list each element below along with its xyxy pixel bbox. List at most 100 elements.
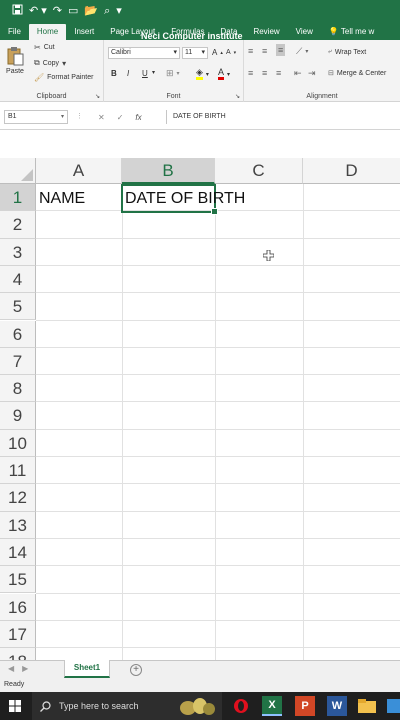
fill-color-button[interactable]: ◈ ▾ [196, 68, 209, 80]
prev-sheet-icon[interactable]: ◀ [8, 664, 14, 673]
row-header-3[interactable]: 3 [0, 238, 36, 266]
grow-font-button[interactable]: A ▴ [212, 48, 223, 57]
row-header-18[interactable]: 18 [0, 648, 36, 660]
quick-access-toolbar: ↶ ▾ ↷ ▭ 📂 ⌕ ▾ [0, 4, 122, 18]
fill-bucket-icon: ◈ [196, 68, 203, 80]
next-sheet-icon[interactable]: ▶ [22, 664, 28, 673]
row-header-14[interactable]: 14 [0, 538, 36, 567]
save-icon[interactable] [12, 4, 23, 18]
format-painter-button[interactable]: 🖌 Format Painter [34, 73, 93, 82]
align-bottom-icon[interactable]: ≡ [276, 44, 286, 56]
row-header-2[interactable]: 2 [0, 211, 36, 239]
font-color-button[interactable]: A ▾ [218, 68, 230, 80]
row-header-11[interactable]: 11 [0, 457, 36, 485]
paste-button[interactable]: Paste [6, 46, 24, 75]
row-header-1[interactable]: 1 [0, 184, 36, 212]
row-header-16[interactable]: 16 [0, 593, 36, 621]
name-box[interactable]: B1 ▾ [4, 110, 68, 124]
column-header-d[interactable]: D [303, 158, 400, 184]
word-taskbar-icon[interactable]: W [327, 696, 347, 716]
start-button[interactable] [0, 692, 30, 720]
borders-icon[interactable]: ⊞ ▾ [166, 68, 180, 79]
insert-function-icon[interactable]: fx [135, 113, 141, 122]
tell-me-label: Tell me w [340, 27, 375, 36]
increase-indent-icon[interactable]: ⇥ [308, 68, 316, 79]
align-center-icon[interactable]: ≡ [262, 68, 267, 78]
row-header-9[interactable]: 9 [0, 402, 36, 430]
gridline [36, 346, 400, 348]
row-header-4[interactable]: 4 [0, 265, 36, 294]
cell-a1[interactable]: NAME [39, 185, 85, 212]
redo-icon[interactable]: ↷ [53, 5, 62, 17]
tell-me-box[interactable]: 💡 Tell me w [321, 24, 382, 40]
gridline [122, 184, 123, 660]
gridline [36, 292, 400, 294]
wrap-text-icon: ⤶ [328, 48, 332, 55]
tab-home[interactable]: Home [28, 24, 67, 40]
row-header-8[interactable]: 8 [0, 375, 36, 403]
align-middle-icon[interactable]: ≡ [262, 46, 267, 56]
orientation-icon[interactable]: ⟋ ▾ [296, 46, 308, 57]
open-folder-icon[interactable]: 📂 [84, 5, 98, 17]
sheet-tab-sheet1[interactable]: Sheet1 [64, 660, 110, 678]
new-file-icon[interactable]: ▭ [68, 5, 78, 17]
excel-taskbar-icon[interactable]: X [262, 696, 282, 716]
dialog-launcher-icon[interactable]: ↘ [235, 93, 240, 100]
worksheet-grid[interactable]: A B C D 123456789101112131415161718 NAME… [0, 130, 400, 660]
opera-icon[interactable] [231, 696, 251, 716]
column-header-a[interactable]: A [36, 158, 122, 184]
italic-button[interactable]: I [127, 69, 129, 78]
font-size-select[interactable]: 11 ▾ [182, 47, 208, 59]
taskbar-search[interactable]: Type here to search [32, 692, 222, 720]
cut-button[interactable]: ✂ Cut [34, 43, 55, 52]
search-icon [40, 700, 51, 712]
select-all-corner[interactable] [0, 158, 36, 184]
column-header-c[interactable]: C [215, 158, 303, 184]
wrap-text-button[interactable]: ⤶ Wrap Text [328, 48, 366, 56]
gridline [36, 592, 400, 594]
align-left-icon[interactable]: ≡ [248, 68, 253, 78]
tab-view[interactable]: View [288, 24, 321, 40]
row-header-17[interactable]: 17 [0, 620, 36, 649]
row-header-6[interactable]: 6 [0, 320, 36, 348]
print-preview-icon[interactable]: ⌕ [104, 5, 110, 17]
row-header-12[interactable]: 12 [0, 484, 36, 512]
gridline [36, 401, 400, 403]
dialog-launcher-icon[interactable]: ↘ [95, 93, 100, 100]
mouse-cursor-icon [263, 250, 274, 261]
font-group: Calibri ▾ 11 ▾ A ▴ A ▾ B I U ▾ ⊞ ▾ ◈ ▾ A ▾ Font… [104, 40, 244, 102]
tab-insert[interactable]: Insert [66, 24, 102, 40]
align-top-icon[interactable]: ≡ [248, 46, 253, 56]
font-name-select[interactable]: Calibri ▾ [108, 47, 180, 59]
enter-icon[interactable]: ✓ [117, 113, 124, 122]
underline-dropdown-icon[interactable]: ▾ [152, 69, 155, 76]
merge-center-button[interactable]: ⊟ Merge & Center [328, 69, 386, 78]
add-sheet-icon[interactable]: + [130, 664, 142, 676]
row-header-10[interactable]: 10 [0, 429, 36, 457]
cell-b1[interactable]: DATE OF BIRTH [125, 185, 245, 212]
file-explorer-icon[interactable] [357, 696, 377, 716]
bold-button[interactable]: B [111, 69, 117, 78]
undo-icon[interactable]: ↶ ▾ [29, 5, 47, 17]
row-header-13[interactable]: 13 [0, 511, 36, 539]
row-header-7[interactable]: 7 [0, 347, 36, 376]
gridline [36, 264, 400, 266]
copy-button[interactable]: ⧉ Copy ▾ [34, 58, 66, 68]
paste-label: Paste [6, 68, 24, 75]
cancel-icon[interactable]: ✕ [98, 113, 105, 122]
tab-review[interactable]: Review [245, 24, 287, 40]
paste-icon [7, 47, 24, 66]
decrease-indent-icon[interactable]: ⇤ [294, 68, 302, 79]
tab-file[interactable]: File [0, 24, 29, 40]
row-header-5[interactable]: 5 [0, 293, 36, 321]
align-right-icon[interactable]: ≡ [276, 68, 281, 78]
copy-label: Copy [42, 59, 60, 67]
row-header-15[interactable]: 15 [0, 566, 36, 594]
powerpoint-taskbar-icon[interactable]: P [295, 696, 315, 716]
app-taskbar-icon[interactable] [384, 696, 400, 716]
underline-button[interactable]: U [142, 69, 148, 78]
column-header-b[interactable]: B [122, 158, 215, 184]
shrink-font-button[interactable]: A ▾ [226, 49, 236, 56]
customize-qat-icon[interactable]: ▾ [116, 5, 122, 17]
formula-input[interactable]: DATE OF BIRTH [166, 110, 400, 124]
